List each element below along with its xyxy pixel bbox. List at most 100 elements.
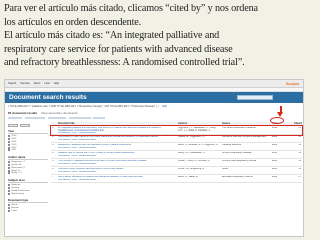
checkbox[interactable] (8, 207, 10, 210)
checkbox[interactable] (8, 209, 10, 212)
limit-to-button[interactable] (8, 124, 18, 127)
year-cell: 2014 (272, 127, 278, 129)
query-text: ( TITLE-ABS-KEY ( "palliative care" ) AN… (8, 105, 159, 108)
checkbox[interactable] (8, 169, 10, 172)
col-header-source[interactable]: Source (221, 122, 271, 125)
cited-by-count[interactable]: 60 (293, 136, 302, 140)
row-links[interactable]: View abstract · Find it · Related docume… (57, 147, 271, 151)
checkbox[interactable] (8, 140, 10, 143)
cited-by-count[interactable]: 89 (293, 127, 302, 133)
toolbar-button[interactable] (47, 116, 66, 119)
menu-item-help[interactable]: Help (54, 82, 59, 85)
table-row[interactable]: 3 Breathless in palliative care: an explo… (51, 143, 302, 152)
facet-row[interactable]: Biochemistry (8, 192, 48, 195)
facet-year: Year 2016 2015 2014 2013 2012 2011 (8, 129, 48, 152)
facet-label: Medicine (11, 184, 21, 187)
facet-label: Biochemistry (11, 192, 25, 195)
checkbox[interactable] (8, 189, 10, 192)
caption-line: Para ver el artículo más citado, clicamo… (4, 3, 258, 14)
checkbox[interactable] (8, 161, 10, 164)
cited-by-count[interactable]: 38 (293, 160, 302, 164)
toolbar-button[interactable] (68, 116, 91, 119)
facet-label: 2014 (11, 140, 17, 143)
checkbox[interactable] (8, 172, 10, 175)
brand-logo[interactable]: Scopus (286, 82, 299, 86)
facet-label: Higginson, I.J. (11, 161, 26, 164)
results-toolbar (8, 116, 298, 119)
secondary-docs-link[interactable]: View secondary documents (41, 111, 78, 115)
checkbox[interactable] (8, 192, 10, 195)
year-cell: 2008 (272, 144, 278, 147)
table-row[interactable]: 2 The Burden of Heart Failure in the Unit… (51, 135, 302, 144)
row-links[interactable]: View abstract · Find it · Related docume… (57, 179, 271, 183)
edit-query-link[interactable]: Edit (162, 105, 166, 108)
table-row[interactable]: 5 The provision of palliative and end-of-… (51, 159, 302, 168)
toolbar-button[interactable] (93, 116, 106, 119)
cited-by-sort-button[interactable]: Cited by (293, 122, 302, 125)
col-header-authors[interactable]: Authors (177, 122, 221, 125)
caption-line: respiratory care service for patients wi… (4, 43, 233, 55)
refine-buttons (8, 124, 48, 127)
caption-line: El artículo más citado es: “An integrate… (4, 30, 220, 42)
table-row[interactable]: 6 The ABCD study: Advance care planning i… (51, 167, 302, 176)
row-links[interactable]: View abstract · Find it · Related docume… (57, 163, 271, 167)
year-cell: 2008 (272, 136, 278, 139)
facet-label: Nursing (11, 186, 20, 189)
toolbar-button[interactable] (24, 116, 45, 119)
refine-sidebar: Year 2016 2015 2014 2013 2012 2011 Autho… (8, 123, 48, 215)
facet-label: Article (11, 204, 18, 207)
row-links[interactable]: View abstract · Find it · Related docume… (57, 171, 271, 175)
facet-label: Bausewein, C. (11, 166, 26, 169)
year-cell: 2004 (272, 160, 278, 163)
table-row[interactable]: 7 Non-invasive ventilation for patients w… (51, 175, 302, 184)
caption-line: and refractory breathlessness: A randomi… (4, 57, 245, 69)
checkbox[interactable] (8, 146, 10, 149)
checkbox[interactable] (8, 204, 10, 207)
facet-label: 2011 (11, 149, 17, 152)
facet-author: Author name Higginson, I.J. Gysels, M. B… (8, 155, 48, 175)
table-row[interactable]: 1 An integrated palliative and respirator… (50, 125, 303, 136)
facet-row[interactable]: 2011 (8, 149, 48, 152)
checkbox[interactable] (8, 163, 10, 166)
facet-title: Year (8, 129, 48, 134)
cited-by-count[interactable]: 41 (293, 152, 302, 156)
checkbox[interactable] (8, 186, 10, 189)
checkbox[interactable] (8, 149, 10, 152)
facet-row[interactable]: Reilly, C.C. (8, 172, 48, 175)
facet-subject: Subject area Medicine Nursing Health Pro… (8, 178, 48, 195)
facet-title: Subject area (8, 178, 48, 183)
year-cell: 2005 (272, 168, 278, 171)
facet-label: 2012 (11, 146, 17, 149)
page-header: Document search results (5, 92, 303, 103)
row-links[interactable]: View abstract · Find it · Related docume… (57, 139, 271, 143)
facet-label: Letter (11, 209, 18, 212)
cited-by-count[interactable]: 27 (293, 176, 302, 180)
menu-item-sources[interactable]: Sources (20, 82, 30, 85)
menu-item-lists[interactable]: Lists (44, 82, 49, 85)
checkbox[interactable] (8, 143, 10, 146)
facet-label: Reilly, C.C. (11, 172, 23, 175)
cited-by-highlight-circle (270, 117, 284, 124)
search-box[interactable] (237, 95, 273, 100)
facet-row[interactable]: Letter (8, 209, 48, 213)
checkbox[interactable] (8, 184, 10, 187)
facet-title: Author name (8, 155, 48, 160)
table-row[interactable]: 4 Palliative care for people with COPD: Q… (51, 151, 302, 160)
cited-by-count[interactable]: 33 (293, 168, 302, 172)
col-header-title[interactable]: Document title (57, 122, 177, 125)
results-count: 87 document results View secondary docum… (8, 111, 78, 115)
scopus-screenshot: Search Sources Alerts Lists Help Scopus … (4, 79, 304, 237)
search-query: ( TITLE-ABS-KEY ( "palliative care" ) AN… (8, 105, 167, 108)
row-links[interactable]: View abstract · Find it · Related docume… (57, 132, 271, 135)
toolbar-button[interactable] (8, 116, 22, 119)
checkbox[interactable] (8, 138, 10, 141)
facet-label: Review (11, 207, 19, 210)
menu-item-alerts[interactable]: Alerts (34, 82, 41, 85)
menu-item-search[interactable]: Search (8, 82, 16, 85)
checkbox[interactable] (8, 166, 10, 169)
row-links[interactable]: View abstract · Find it · Related docume… (57, 155, 271, 159)
cited-by-count[interactable]: 54 (293, 144, 302, 148)
exclude-button[interactable] (20, 124, 30, 127)
facet-label: Health Professions (11, 189, 30, 192)
checkbox[interactable] (8, 135, 10, 138)
